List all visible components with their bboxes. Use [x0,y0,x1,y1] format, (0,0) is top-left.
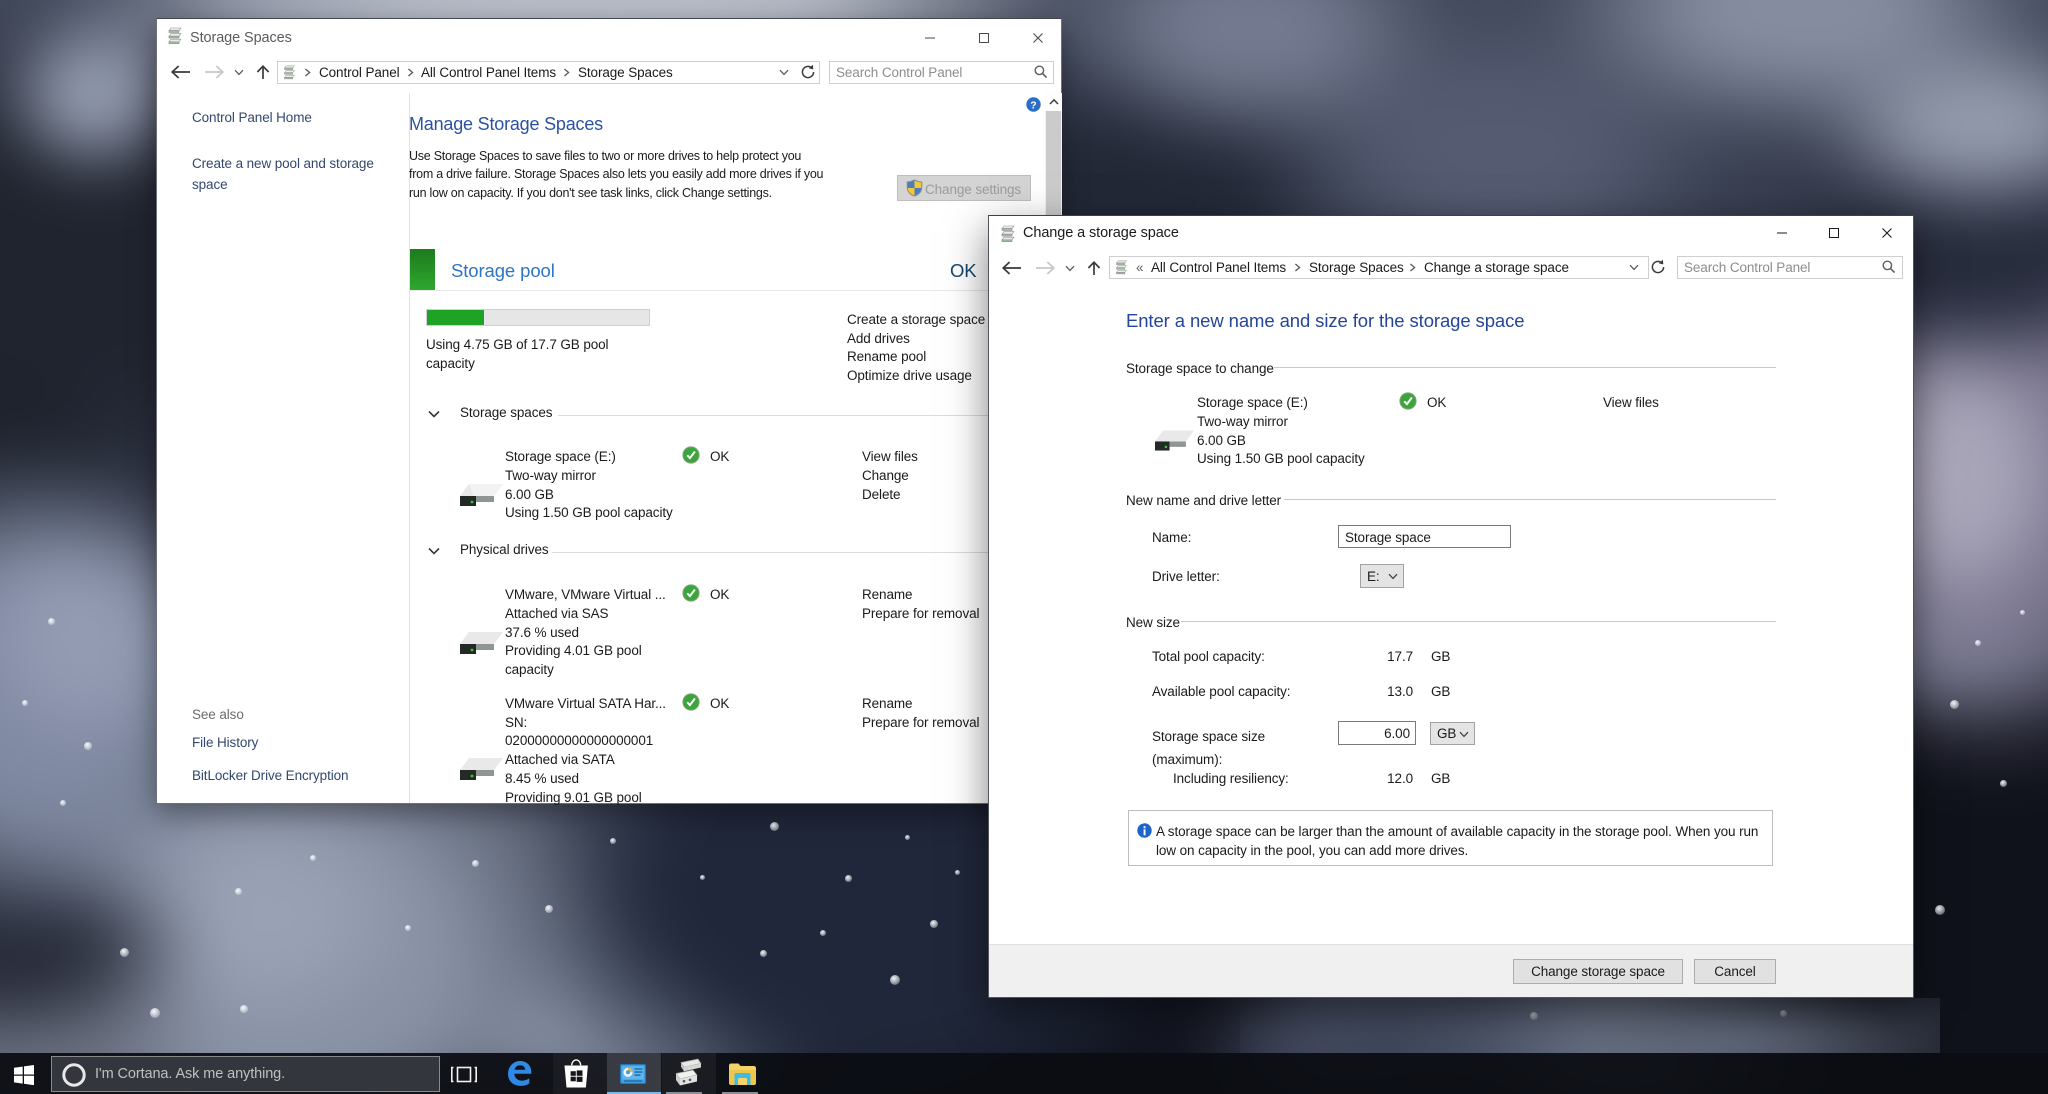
svg-text:?: ? [1030,99,1036,111]
